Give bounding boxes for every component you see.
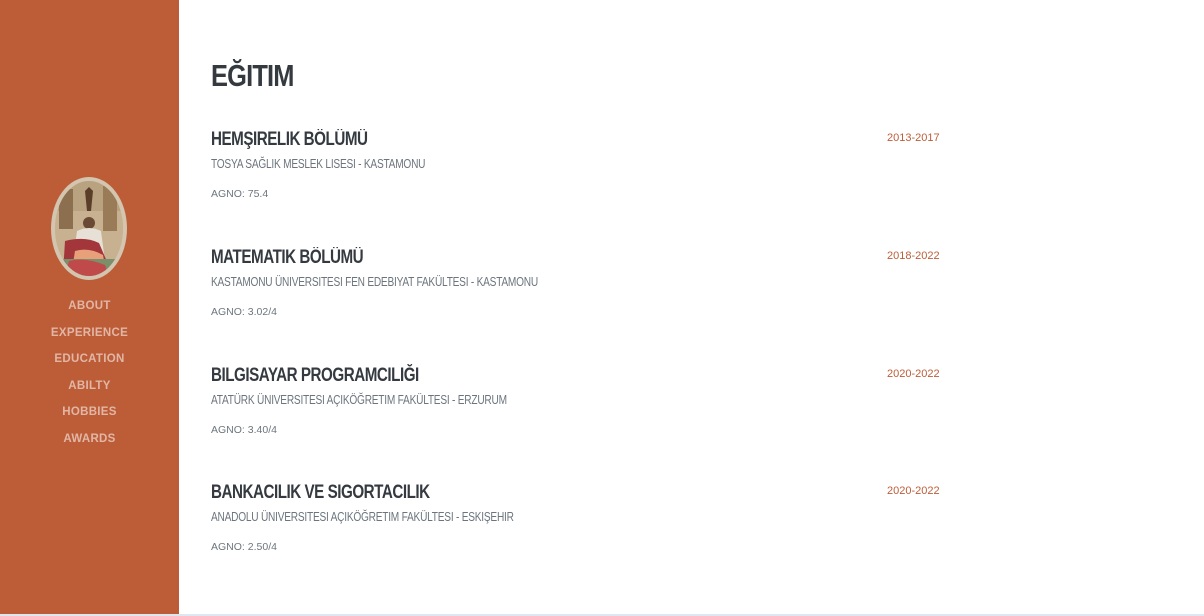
school-name: ATATÜRK ÜNIVERSITESI AÇIKÖĞRETIM FAKÜLTE… (211, 392, 507, 407)
school-name: ANADOLU ÜNIVERSITESI AÇIKÖĞRETIM FAKÜLTE… (211, 509, 514, 524)
profile-photo (55, 181, 123, 276)
nav-link-hobbies[interactable]: HOBBIES (62, 403, 117, 421)
nav-item-about: ABOUT (0, 296, 179, 323)
education-entry: BILGISAYAR PROGRAMCILIĞI ATATÜRK ÜNIVERS… (211, 365, 951, 455)
education-entry: MATEMATIK BÖLÜMÜ KASTAMONU ÜNIVERSITESI … (211, 247, 951, 337)
nav-link-ability[interactable]: ABILTY (68, 377, 110, 395)
nav-item-ability: ABILTY (0, 376, 179, 403)
nav-link-about[interactable]: ABOUT (68, 297, 110, 315)
profile-avatar[interactable] (51, 177, 127, 280)
page-title: EĞITIM (211, 58, 294, 93)
date-range: 2020-2022 (887, 368, 940, 380)
date-range: 2020-2022 (887, 485, 940, 497)
degree-title: MATEMATIK BÖLÜMÜ (211, 247, 364, 268)
school-name: TOSYA SAĞLIK MESLEK LISESI - KASTAMONU (211, 156, 426, 171)
education-entry: BANKACILIK VE SIGORTACILIK ANADOLU ÜNIVE… (211, 482, 951, 572)
nav-link-awards[interactable]: AWARDS (63, 430, 115, 448)
education-entry: HEMŞIRELIK BÖLÜMÜ TOSYA SAĞLIK MESLEK LI… (211, 129, 951, 219)
nav-link-experience[interactable]: EXPERIENCE (51, 324, 128, 342)
grade-text: AGNO: 3.02/4 (211, 306, 277, 318)
sidebar: ABOUT EXPERIENCE EDUCATION ABILTY HOBBIE… (0, 0, 179, 616)
sidebar-nav: ABOUT EXPERIENCE EDUCATION ABILTY HOBBIE… (0, 296, 179, 456)
nav-item-awards: AWARDS (0, 429, 179, 456)
degree-title: HEMŞIRELIK BÖLÜMÜ (211, 129, 368, 150)
degree-title: BANKACILIK VE SIGORTACILIK (211, 482, 430, 503)
date-range: 2018-2022 (887, 250, 940, 262)
grade-text: AGNO: 3.40/4 (211, 424, 277, 436)
nav-item-hobbies: HOBBIES (0, 402, 179, 429)
nav-link-education[interactable]: EDUCATION (54, 350, 124, 368)
date-range: 2013-2017 (887, 132, 940, 144)
grade-text: AGNO: 2.50/4 (211, 541, 277, 553)
grade-text: AGNO: 75.4 (211, 188, 269, 200)
degree-title: BILGISAYAR PROGRAMCILIĞI (211, 365, 419, 386)
nav-item-education: EDUCATION (0, 349, 179, 376)
school-name: KASTAMONU ÜNIVERSITESI FEN EDEBIYAT FAKÜ… (211, 274, 538, 289)
nav-item-experience: EXPERIENCE (0, 323, 179, 350)
